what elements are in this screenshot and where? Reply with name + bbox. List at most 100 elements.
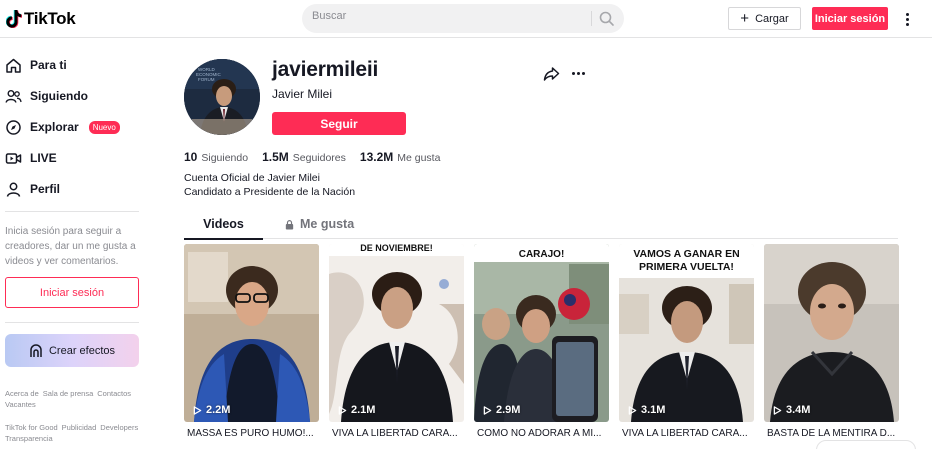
sidebar-item-label: Perfil [30, 182, 61, 196]
svg-text:FORUM: FORUM [198, 77, 215, 82]
views-count: 3.4M [786, 404, 811, 416]
stat-following[interactable]: 10 Siguiendo [184, 150, 248, 164]
video-views: 2.9M [483, 404, 520, 416]
footer-link[interactable]: Vacantes [5, 400, 36, 409]
search-input[interactable] [312, 10, 582, 22]
tab-videos[interactable]: Videos [184, 212, 263, 240]
video-views: 3.4M [773, 404, 810, 416]
video-title[interactable]: MASSA ES PURO HUMO!... [187, 428, 322, 439]
profile-stats: 10 Siguiendo 1.5M Seguidores 13.2M Me gusta [184, 150, 440, 164]
top-header: TikTok + Cargar Iniciar sesión [0, 0, 932, 38]
upload-label: Cargar [755, 12, 789, 25]
video-card[interactable]: CARAJO! 2.9M [474, 244, 609, 422]
footer-link[interactable]: Sala de prensa [43, 389, 93, 398]
create-effects-label: Crear efectos [48, 344, 116, 357]
stat-likes: 13.2M Me gusta [360, 150, 441, 164]
video-thumbnail [329, 244, 464, 422]
video-overlay-text: VAMOS A GANAR EN PRIMERA VUELTA! [633, 248, 740, 273]
compass-icon [6, 119, 21, 135]
tab-likes[interactable]: Me gusta [284, 212, 354, 239]
sidebar-item-label: Para ti [30, 58, 67, 72]
home-icon [6, 58, 21, 73]
video-views: 2.1M [338, 404, 375, 416]
video-views: 2.2M [193, 404, 230, 416]
sidebar-login-button[interactable]: Iniciar sesión [5, 277, 139, 308]
tiktok-logo-icon [6, 10, 22, 28]
live-icon [5, 152, 22, 164]
footer-link[interactable]: TikTok for Good [5, 423, 58, 432]
video-card[interactable]: 2.2M [184, 244, 319, 422]
views-count: 2.9M [496, 404, 521, 416]
video-card[interactable]: 3.4M [764, 244, 899, 422]
play-icon [628, 405, 637, 415]
footer-link[interactable]: Acerca de [5, 389, 39, 398]
footer-links-row-2: TikTok for Good Publicidad Developers Tr… [5, 423, 150, 443]
video-thumbnail [184, 244, 319, 422]
avatar-photo: WORLD ECONOMIC FORUM [184, 59, 260, 135]
footer-link[interactable]: Developers [100, 423, 138, 432]
more-options-icon[interactable] [900, 10, 914, 28]
video-overlay-text: DE NOVIEMBRE! [360, 244, 433, 253]
bio-line: Candidato a Presidente de la Nación [184, 186, 356, 198]
upload-button[interactable]: + Cargar [728, 7, 801, 30]
sidebar-item-perfil[interactable]: Perfil [5, 177, 60, 201]
play-icon [483, 405, 492, 415]
login-prompt-text: Inicia sesión para seguir a creadores, d… [5, 226, 136, 267]
sidebar: Para ti Siguiendo Explorar Nuevo LIVE Pe… [0, 39, 150, 449]
sidebar-item-label: Siguiendo [30, 89, 88, 103]
search-icon[interactable] [598, 10, 616, 28]
footer-link[interactable]: Contactos [97, 389, 131, 398]
footer-link[interactable]: Publicidad [62, 423, 97, 432]
following-icon [5, 89, 22, 103]
sidebar-divider [5, 322, 139, 323]
video-title[interactable]: COMO NO ADORAR A MI... [477, 428, 612, 439]
video-title[interactable]: VIVA LA LIBERTAD CARA... [332, 428, 467, 439]
plus-icon: + [740, 9, 750, 27]
share-icon[interactable] [543, 65, 560, 82]
footer-links-row-1: Acerca de Sala de prensa Contactos Vacan… [5, 389, 150, 409]
video-thumbnail [474, 244, 609, 422]
tiktok-logo[interactable]: TikTok [6, 8, 76, 30]
lock-icon [285, 220, 294, 230]
followers-count: 1.5M [262, 150, 289, 164]
video-card[interactable]: DE NOVIEMBRE! 2.1M [329, 244, 464, 422]
create-effects-button[interactable]: Crear efectos [5, 334, 139, 367]
stat-followers[interactable]: 1.5M Seguidores [262, 150, 346, 164]
video-card[interactable]: VAMOS A GANAR EN PRIMERA VUELTA! 3.1M [619, 244, 754, 422]
tab-likes-label: Me gusta [300, 217, 355, 231]
search-bar [302, 4, 624, 33]
views-count: 2.2M [206, 404, 231, 416]
video-title[interactable]: VIVA LA LIBERTAD CARA... [622, 428, 757, 439]
video-thumbnail [764, 244, 899, 422]
play-icon [773, 405, 782, 415]
following-count: 10 [184, 150, 198, 164]
footer-link[interactable]: Transparencia [5, 434, 53, 443]
views-count: 2.1M [351, 404, 376, 416]
bio-line: Cuenta Oficial de Javier Milei [184, 172, 320, 184]
likes-label: Me gusta [397, 152, 441, 164]
play-icon [193, 405, 202, 415]
profile-username: javiermileii [272, 58, 379, 81]
floating-pill[interactable] [816, 440, 916, 449]
new-badge: Nuevo [88, 120, 120, 134]
search-divider [591, 11, 592, 26]
sidebar-item-live[interactable]: LIVE [5, 146, 57, 170]
follow-button[interactable]: Seguir [272, 112, 406, 135]
video-title[interactable]: BASTA DE LA MENTIRA D... [767, 428, 902, 439]
sidebar-divider [5, 211, 139, 212]
profile-bio: Cuenta Oficial de Javier Milei Candidato… [184, 171, 355, 199]
effects-icon [30, 343, 42, 357]
sidebar-item-label: LIVE [30, 151, 57, 165]
followers-label: Seguidores [292, 152, 346, 164]
avatar: WORLD ECONOMIC FORUM [184, 59, 260, 135]
profile-more-icon[interactable] [570, 66, 587, 80]
video-views: 3.1M [628, 404, 665, 416]
login-button[interactable]: Iniciar sesión [812, 7, 888, 30]
sidebar-item-label: Explorar [30, 120, 79, 134]
profile-display-name: Javier Milei [272, 87, 333, 101]
play-icon [338, 405, 347, 415]
video-overlay-text: CARAJO! [518, 249, 565, 260]
sidebar-item-explorar[interactable]: Explorar Nuevo [5, 115, 120, 139]
sidebar-item-siguiendo[interactable]: Siguiendo [5, 84, 88, 108]
sidebar-item-para-ti[interactable]: Para ti [5, 53, 67, 77]
